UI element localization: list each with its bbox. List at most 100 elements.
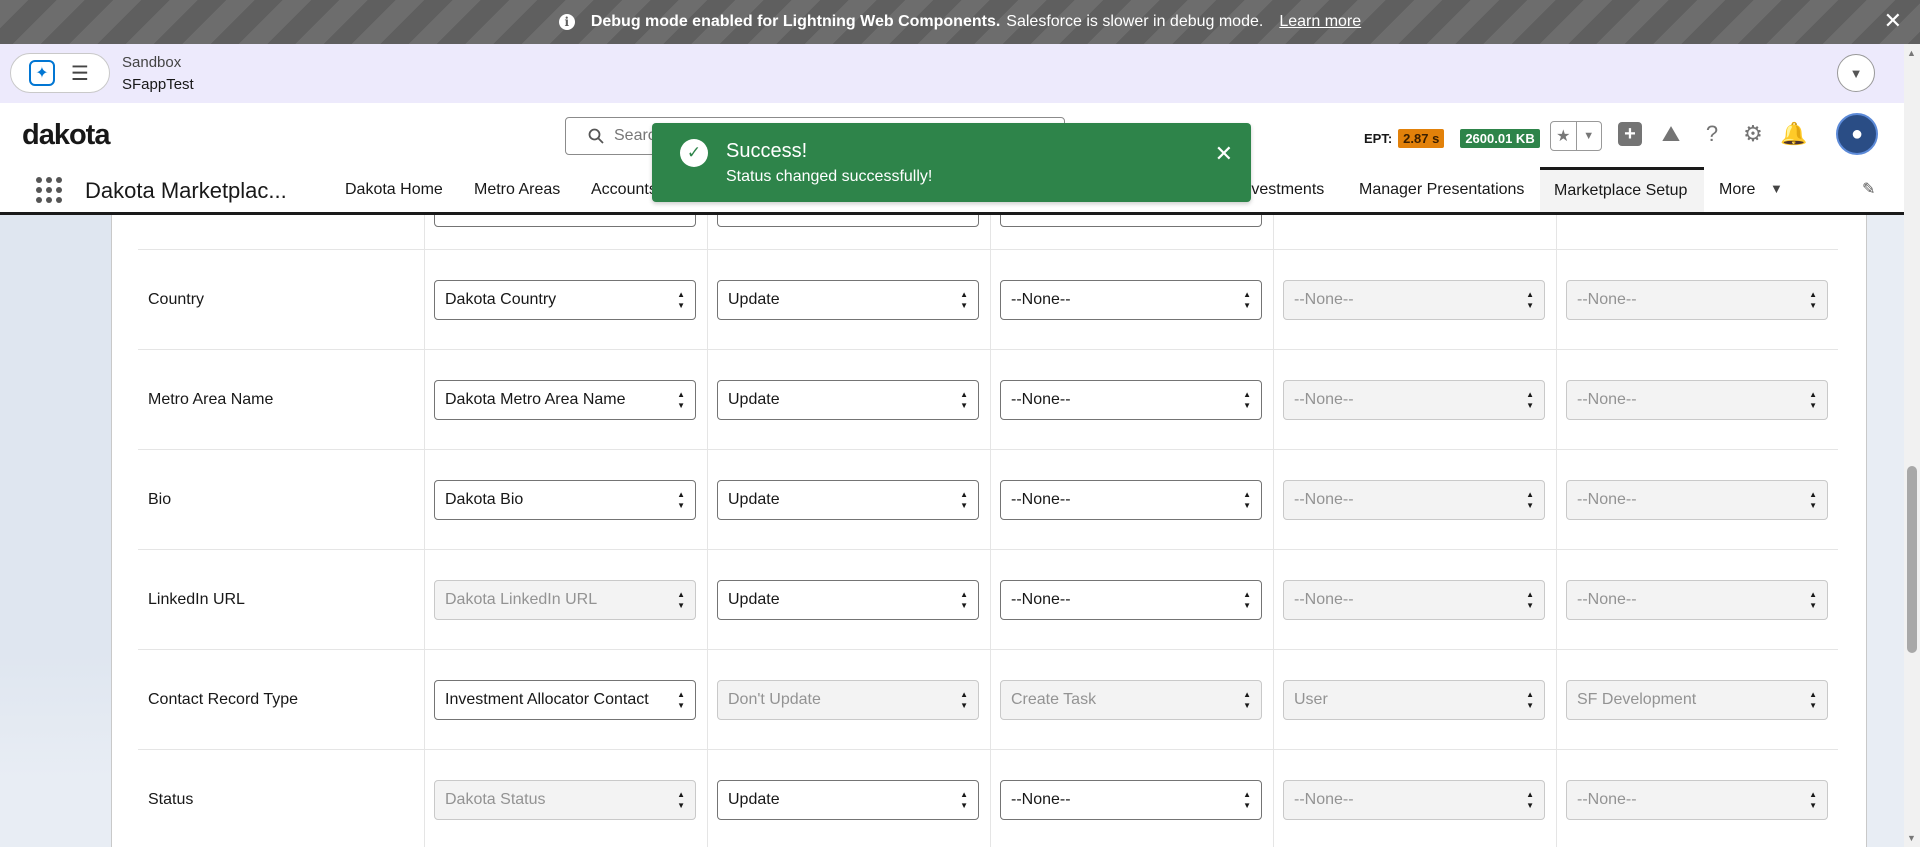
select-arrows-icon: ▲ ▼ (1809, 490, 1817, 510)
select-value: --None-- (1011, 791, 1071, 808)
toast-title: Success! (726, 140, 808, 162)
select-c2[interactable]: Update ▲ ▼ (717, 380, 979, 420)
chevron-down-icon[interactable]: ▼ (1837, 54, 1875, 92)
select-c5: --None-- ▲ ▼ (1566, 480, 1828, 520)
toast-close-icon[interactable]: ✕ (1215, 141, 1233, 167)
tab-dakota-home[interactable]: Dakota Home (331, 167, 457, 212)
scroll-down-arrow-icon[interactable]: ▼ (1907, 833, 1916, 843)
select-c5: --None-- ▲ ▼ (1566, 780, 1828, 820)
select-c1[interactable]: Dakota Metro Area Name ▲ ▼ (434, 380, 696, 420)
page-scrollbar[interactable]: ▲ ▼ (1904, 44, 1920, 847)
select-arrows-icon: ▲ ▼ (1809, 290, 1817, 310)
select-value: --None-- (1294, 491, 1354, 508)
select-arrows-icon: ▲ ▼ (1243, 390, 1251, 410)
select-arrows-icon: ▲ ▼ (960, 390, 968, 410)
select-arrows-icon: ▲ ▼ (1526, 690, 1534, 710)
select-c1[interactable]: Investment Allocator Contact ▲ ▼ (434, 680, 696, 720)
app-launcher-waffle-icon[interactable] (36, 177, 62, 203)
partial-select[interactable] (434, 215, 696, 227)
select-c2[interactable]: Update ▲ ▼ (717, 780, 979, 820)
select-c3[interactable]: --None-- ▲ ▼ (1000, 780, 1262, 820)
select-c3[interactable]: --None-- ▲ ▼ (1000, 480, 1262, 520)
partial-select[interactable] (1000, 215, 1262, 227)
select-value: Update (728, 791, 780, 808)
scroll-up-arrow-icon[interactable]: ▲ (1907, 48, 1916, 58)
agentforce-icon[interactable]: ✦ (29, 60, 55, 86)
tab-metro-areas[interactable]: Metro Areas (460, 167, 574, 212)
scrollbar-thumb[interactable] (1907, 466, 1917, 653)
select-arrows-icon: ▲ ▼ (677, 790, 685, 810)
more-chevron-down-icon[interactable]: ▼ (1770, 181, 1783, 196)
select-c3: Create Task ▲ ▼ (1000, 680, 1262, 720)
ept-indicator: EPT: 2.87 s 2600.01 KB (1364, 129, 1540, 148)
row-field-label: LinkedIn URL (148, 591, 245, 608)
select-c3[interactable]: --None-- ▲ ▼ (1000, 380, 1262, 420)
star-icon[interactable]: ★ (1551, 122, 1576, 150)
close-icon[interactable]: ✕ (1884, 10, 1902, 32)
kb-badge: 2600.01 KB (1460, 129, 1540, 148)
select-arrows-icon: ▲ ▼ (960, 290, 968, 310)
bell-icon[interactable]: 🔔 (1780, 120, 1807, 148)
tab-manager-presentations[interactable]: Manager Presentations (1345, 167, 1538, 212)
select-c4: --None-- ▲ ▼ (1283, 480, 1545, 520)
info-icon: i (558, 14, 575, 30)
select-c4: --None-- ▲ ▼ (1283, 580, 1545, 620)
partial-select[interactable] (717, 215, 979, 227)
tab-marketplace-setup[interactable]: Marketplace Setup (1540, 167, 1704, 212)
learn-more-link[interactable]: Learn more (1279, 13, 1361, 31)
debug-mode-banner: i Debug mode enabled for Lightning Web C… (0, 0, 1920, 44)
success-check-icon: ✓ (680, 139, 708, 167)
select-arrows-icon: ▲ ▼ (1809, 690, 1817, 710)
select-c3[interactable]: --None-- ▲ ▼ (1000, 280, 1262, 320)
select-value: Update (728, 491, 780, 508)
global-actions-plus-icon[interactable]: + (1618, 122, 1642, 146)
select-value: Dakota Country (445, 291, 557, 308)
select-arrows-icon: ▲ ▼ (677, 490, 685, 510)
select-arrows-icon: ▲ ▼ (677, 690, 685, 710)
favorites-dropdown-icon[interactable]: ▼ (1575, 122, 1602, 150)
select-c1[interactable]: Dakota Bio ▲ ▼ (434, 480, 696, 520)
help-icon[interactable]: ? (1700, 120, 1724, 148)
select-c2: Don't Update ▲ ▼ (717, 680, 979, 720)
select-c1: Dakota Status ▲ ▼ (434, 780, 696, 820)
select-arrows-icon: ▲ ▼ (677, 290, 685, 310)
select-arrows-icon: ▲ ▼ (1526, 790, 1534, 810)
select-arrows-icon: ▲ ▼ (1243, 690, 1251, 710)
select-c2[interactable]: Update ▲ ▼ (717, 280, 979, 320)
select-value: Update (728, 391, 780, 408)
ept-label: EPT: (1364, 131, 1393, 146)
select-value: SF Development (1577, 691, 1697, 708)
favorites-group: ★ ▼ (1550, 121, 1602, 151)
select-c2[interactable]: Update ▲ ▼ (717, 480, 979, 520)
partial-table-row (138, 215, 1838, 250)
success-toast: ✓ Success! Status changed successfully! … (652, 123, 1251, 202)
select-value: --None-- (1294, 791, 1354, 808)
select-c2[interactable]: Update ▲ ▼ (717, 580, 979, 620)
edit-nav-pencil-icon[interactable]: ✎ (1862, 179, 1875, 199)
trailhead-icon[interactable]: ⛰ (1659, 120, 1683, 148)
select-c1[interactable]: Dakota Country ▲ ▼ (434, 280, 696, 320)
select-c5: --None-- ▲ ▼ (1566, 380, 1828, 420)
hamburger-menu-icon[interactable]: ☰ (71, 61, 89, 86)
row-field-label: Metro Area Name (148, 391, 274, 408)
select-c5: SF Development ▲ ▼ (1566, 680, 1828, 720)
debug-banner-bold: Debug mode enabled for Lightning Web Com… (590, 13, 1001, 30)
select-arrows-icon: ▲ ▼ (1243, 290, 1251, 310)
tab-more[interactable]: More (1705, 167, 1769, 212)
select-arrows-icon: ▲ ▼ (1526, 590, 1534, 610)
avatar[interactable]: ● (1836, 113, 1878, 155)
brand-logo[interactable]: dakota (22, 119, 110, 152)
select-arrows-icon: ▲ ▼ (1809, 390, 1817, 410)
gear-icon[interactable]: ⚙ (1741, 120, 1765, 148)
toast-message: Status changed successfully! (726, 168, 933, 185)
select-c3[interactable]: --None-- ▲ ▼ (1000, 580, 1262, 620)
select-arrows-icon: ▲ ▼ (1243, 790, 1251, 810)
select-value: --None-- (1294, 391, 1354, 408)
select-value: Update (728, 291, 780, 308)
app-launcher-pill[interactable]: ✦ ☰ (10, 53, 110, 93)
select-value: Don't Update (728, 691, 821, 708)
select-value: --None-- (1011, 591, 1071, 608)
select-arrows-icon: ▲ ▼ (960, 590, 968, 610)
select-value: --None-- (1011, 491, 1071, 508)
sandbox-info: Sandbox SFappTest (122, 52, 194, 96)
